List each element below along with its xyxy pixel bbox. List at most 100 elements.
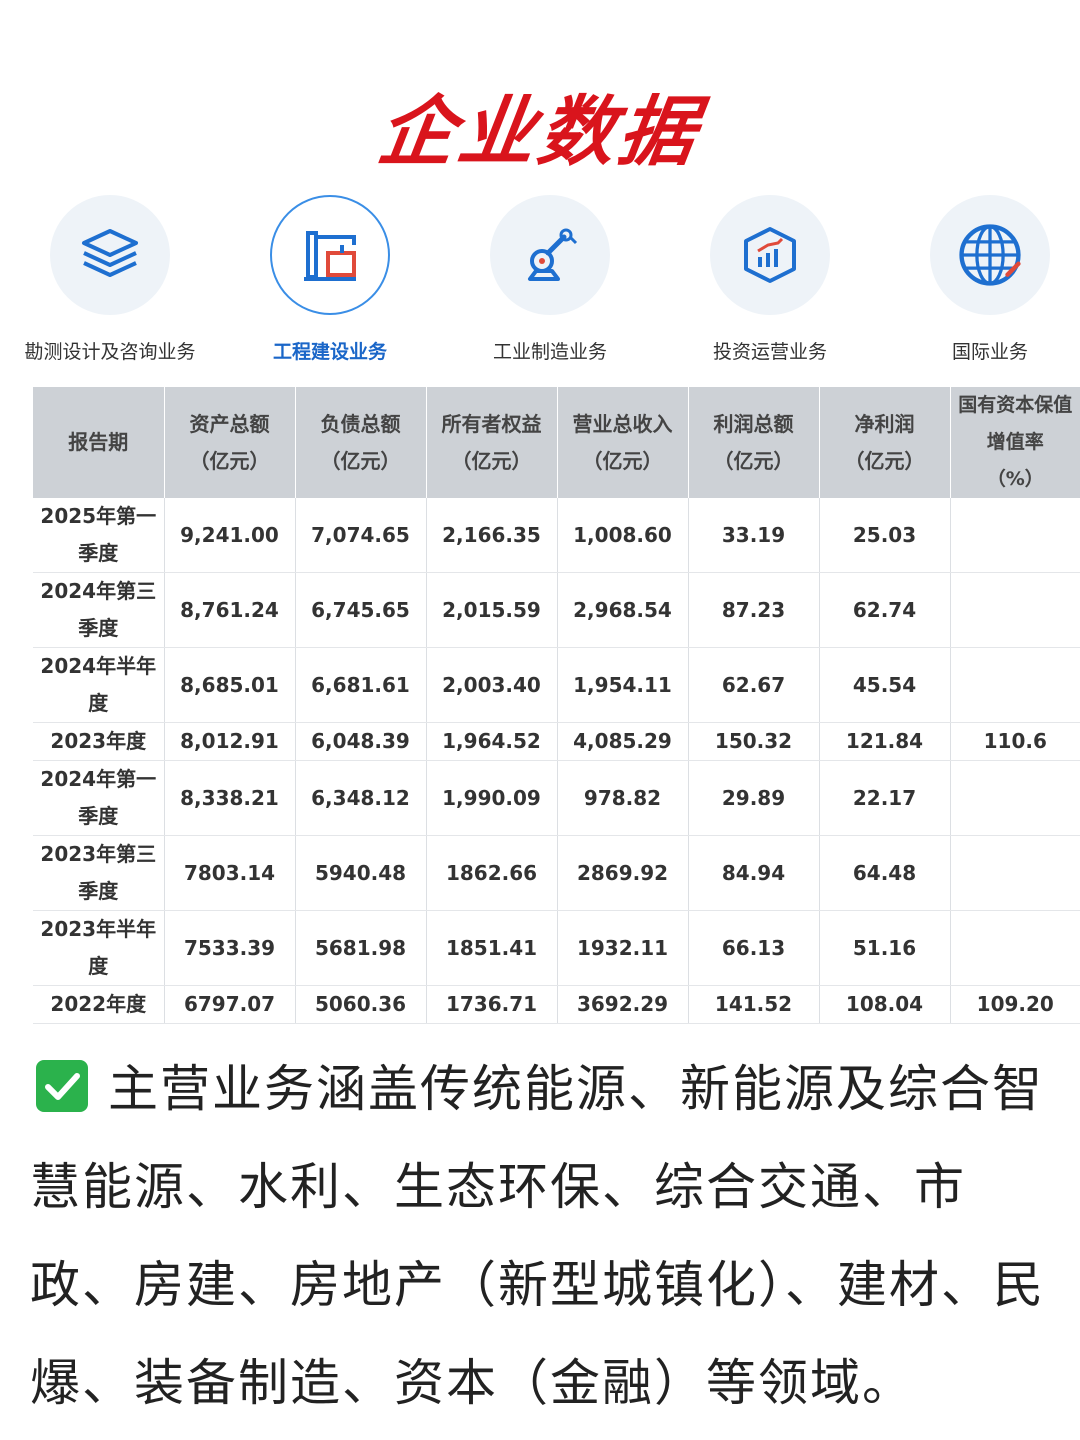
table-row: 2024年第一 季度 8,338.21 6,348.12 1,990.09 978.82 2… <box>33 760 1080 836</box>
cell-net-profit: 22.17 <box>819 760 951 836</box>
table-row: 2023年第三 季度 7803.14 5940.48 1862.66 2869.92 84.… <box>33 835 1080 911</box>
cell-total-profit: 87.23 <box>688 572 820 648</box>
table-row: 2023年度 8,012.91 6,048.39 1,964.52 4,085.29 15… <box>33 722 1080 761</box>
header-capital-appreciation: 国有资本保值 增值率 （%） <box>950 387 1080 498</box>
cell-owners-equity: 1851.41 <box>426 910 558 986</box>
cell-capital-appreciation: 110.6 <box>950 722 1080 761</box>
cell-total-revenue: 1,954.11 <box>557 647 689 723</box>
cell-total-assets: 8,761.24 <box>164 572 296 648</box>
cell-total-profit: 84.94 <box>688 835 820 911</box>
cell-net-profit: 45.54 <box>819 647 951 723</box>
header-period: 报告期 <box>33 387 165 498</box>
cell-period: 2023年度 <box>33 722 165 761</box>
check-icon <box>36 1060 88 1112</box>
cell-total-liabilities: 6,745.65 <box>295 572 427 648</box>
cell-total-revenue: 4,085.29 <box>557 722 689 761</box>
layers-icon <box>82 229 138 277</box>
cell-total-revenue: 2869.92 <box>557 835 689 911</box>
description-text: 主营业务涵盖传统能源、新能源及综合智慧能源、水利、生态环保、综合交通、市政、房建… <box>30 1060 1045 1412</box>
cell-total-liabilities: 5060.36 <box>295 985 427 1024</box>
header-owners-equity: 所有者权益 （亿元） <box>426 387 558 498</box>
cell-total-profit: 150.32 <box>688 722 820 761</box>
cell-total-profit: 29.89 <box>688 760 820 836</box>
cell-total-profit: 33.19 <box>688 498 820 573</box>
cell-period: 2023年半年度 <box>33 910 165 986</box>
crane-icon <box>304 231 356 281</box>
nav-item-construction[interactable]: 工程建设业务 <box>220 195 440 370</box>
cell-total-liabilities: 7,074.65 <box>295 498 427 573</box>
cell-total-liabilities: 6,048.39 <box>295 722 427 761</box>
nav-item-survey-design[interactable]: 勘测设计及咨询业务 <box>0 195 220 370</box>
nav-item-manufacturing[interactable]: 工业制造业务 <box>440 195 660 370</box>
nav-label: 工程建设业务 <box>272 341 387 363</box>
cell-owners-equity: 2,166.35 <box>426 498 558 573</box>
table-row: 2023年半年度 7533.39 5681.98 1851.41 1932.11 66.1… <box>33 910 1080 986</box>
table-row: 2024年第三 季度 8,761.24 6,745.65 2,015.59 2,968.5… <box>33 572 1080 648</box>
robot-arm-icon <box>528 228 578 281</box>
table-row: 2025年第一 季度 9,241.00 7,074.65 2,166.35 1,008.6… <box>33 498 1080 573</box>
cell-total-assets: 6797.07 <box>164 985 296 1024</box>
cell-net-profit: 51.16 <box>819 910 951 986</box>
cell-owners-equity: 2,015.59 <box>426 572 558 648</box>
header-total-revenue: 营业总收入 （亿元） <box>557 387 689 498</box>
cell-total-assets: 7533.39 <box>164 910 296 986</box>
header-net-profit: 净利润 （亿元） <box>819 387 951 498</box>
cell-capital-appreciation: 109.20 <box>950 985 1080 1024</box>
nav-item-international[interactable]: 国际业务 <box>880 195 1080 370</box>
cell-owners-equity: 1,990.09 <box>426 760 558 836</box>
cell-owners-equity: 1862.66 <box>426 835 558 911</box>
table-row: 2024年半年度 8,685.01 6,681.61 2,003.40 1,954.11… <box>33 647 1080 723</box>
cell-net-profit: 64.48 <box>819 835 951 911</box>
cell-owners-equity: 1,964.52 <box>426 722 558 761</box>
investment-chart-icon <box>744 227 796 283</box>
cell-total-revenue: 978.82 <box>557 760 689 836</box>
nav-label: 勘测设计及咨询业务 <box>24 341 196 363</box>
cell-capital-appreciation <box>950 760 1080 836</box>
nav-icon-circle <box>490 195 610 315</box>
cell-capital-appreciation <box>950 910 1080 986</box>
cell-total-profit: 141.52 <box>688 985 820 1024</box>
nav-icon-circle <box>50 195 170 315</box>
nav-item-investment[interactable]: 投资运营业务 <box>660 195 880 370</box>
cell-total-revenue: 1,008.60 <box>557 498 689 573</box>
cell-capital-appreciation <box>950 498 1080 573</box>
cell-capital-appreciation <box>950 572 1080 648</box>
cell-owners-equity: 2,003.40 <box>426 647 558 723</box>
header-total-assets: 资产总额 （亿元） <box>164 387 296 498</box>
nav-icon-circle <box>930 195 1050 315</box>
cell-total-profit: 66.13 <box>688 910 820 986</box>
business-nav: 勘测设计及咨询业务 工程建设业务 工业制造业务 投资运营业务 国际业务 <box>0 195 1080 370</box>
cell-total-profit: 62.67 <box>688 647 820 723</box>
cell-period: 2024年第一 季度 <box>33 760 165 836</box>
cell-period: 2025年第一 季度 <box>33 498 165 573</box>
page-title: 企业数据 <box>372 87 706 176</box>
nav-icon-circle <box>270 195 390 315</box>
cell-period: 2024年第三 季度 <box>33 572 165 648</box>
nav-label: 投资运营业务 <box>712 341 827 363</box>
cell-capital-appreciation <box>950 835 1080 911</box>
business-description: 主营业务涵盖传统能源、新能源及综合智慧能源、水利、生态环保、综合交通、市政、房建… <box>30 1040 1060 1432</box>
nav-icon-circle <box>710 195 830 315</box>
cell-total-revenue: 1932.11 <box>557 910 689 986</box>
cell-period: 2022年度 <box>33 985 165 1024</box>
cell-net-profit: 62.74 <box>819 572 951 648</box>
cell-total-liabilities: 6,681.61 <box>295 647 427 723</box>
cell-capital-appreciation <box>950 647 1080 723</box>
cell-total-liabilities: 5940.48 <box>295 835 427 911</box>
cell-total-revenue: 3692.29 <box>557 985 689 1024</box>
cell-total-liabilities: 6,348.12 <box>295 760 427 836</box>
cell-total-revenue: 2,968.54 <box>557 572 689 648</box>
table-row: 2022年度 6797.07 5060.36 1736.71 3692.29 141.52… <box>33 985 1080 1024</box>
financial-data-table: 报告期 资产总额 （亿元） 负债总额 （亿元） 所有者权益 （亿元） 营业总收入 （亿元… <box>33 387 1080 1024</box>
cell-total-assets: 9,241.00 <box>164 498 296 573</box>
cell-period: 2024年半年度 <box>33 647 165 723</box>
cell-net-profit: 108.04 <box>819 985 951 1024</box>
cell-total-liabilities: 5681.98 <box>295 910 427 986</box>
cell-net-profit: 121.84 <box>819 722 951 761</box>
globe-icon <box>959 224 1021 286</box>
cell-total-assets: 8,338.21 <box>164 760 296 836</box>
cell-net-profit: 25.03 <box>819 498 951 573</box>
cell-total-assets: 7803.14 <box>164 835 296 911</box>
header-total-liabilities: 负债总额 （亿元） <box>295 387 427 498</box>
cell-owners-equity: 1736.71 <box>426 985 558 1024</box>
